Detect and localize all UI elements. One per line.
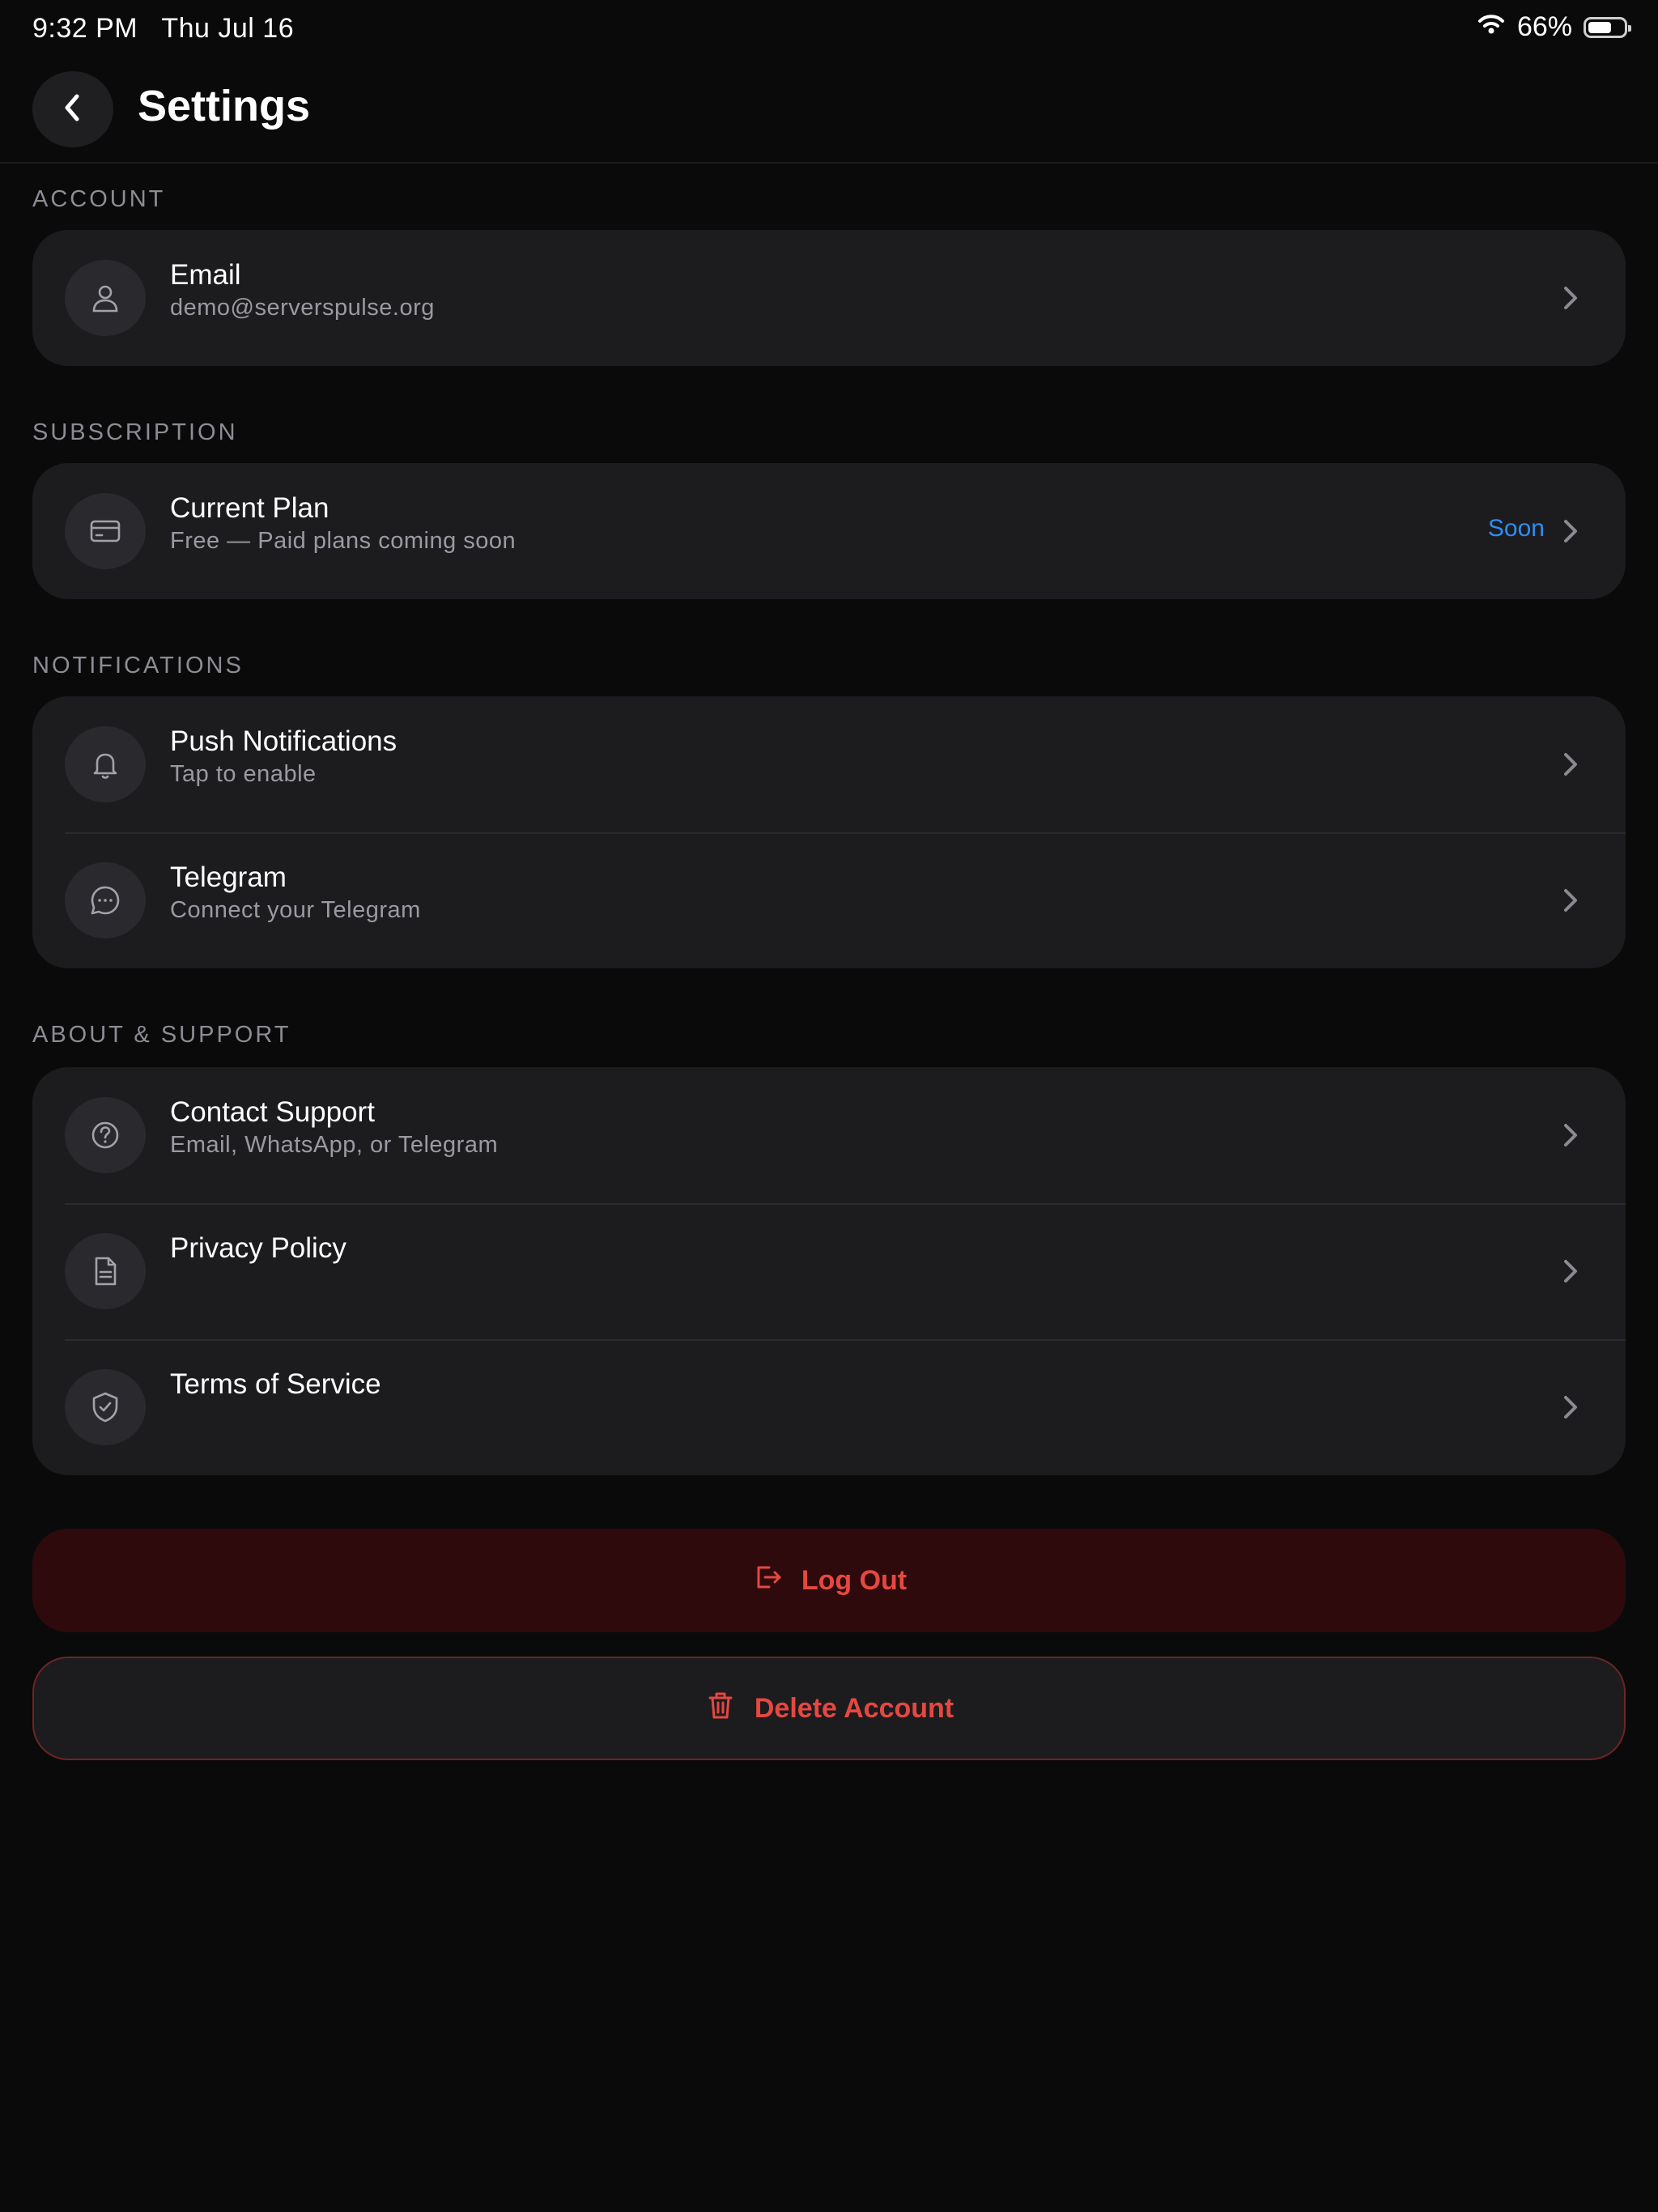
nav-header: Settings: [0, 58, 1658, 164]
document-icon: [65, 1233, 146, 1309]
bell-icon: [65, 726, 146, 802]
trash-icon: [704, 1689, 737, 1729]
battery-icon: [1584, 16, 1631, 38]
credit-card-icon: [65, 493, 146, 569]
settings-row-contact-support[interactable]: Contact Support Email, WhatsApp, or Tele…: [32, 1067, 1626, 1203]
shield-check-icon: [65, 1369, 146, 1445]
settings-row-terms-of-service[interactable]: Terms of Service: [32, 1339, 1626, 1475]
chevron-right-icon: [1554, 515, 1587, 547]
chevron-right-icon: [1554, 884, 1587, 917]
section-label-subscription: SUBSCRIPTION: [32, 419, 238, 445]
chevron-right-icon: [1554, 1255, 1587, 1287]
chevron-right-icon: [1554, 1119, 1587, 1151]
section-label-notifications: NOTIFICATIONS: [32, 653, 244, 678]
chevron-right-icon: [1554, 748, 1587, 781]
settings-row-current-plan[interactable]: Current Plan Free — Paid plans coming so…: [32, 463, 1626, 599]
chevron-right-icon: [1554, 282, 1587, 314]
settings-row-email[interactable]: Email demo@serverspulse.org: [32, 230, 1626, 366]
delete-account-button[interactable]: Delete Account: [32, 1657, 1626, 1760]
user-icon: [65, 260, 146, 336]
page-title: Settings: [138, 82, 311, 130]
row-title: Privacy Policy: [170, 1232, 346, 1264]
section-label-account: ACCOUNT: [32, 186, 166, 212]
row-title: Terms of Service: [170, 1368, 381, 1400]
row-title: Current Plan: [170, 492, 329, 524]
status-indicators: 66%: [1477, 11, 1631, 43]
row-subtitle: demo@serverspulse.org: [170, 295, 435, 321]
soon-badge: Soon: [1487, 515, 1545, 542]
row-subtitle: Connect your Telegram: [170, 897, 421, 923]
settings-row-push-notifications[interactable]: Push Notifications Tap to enable: [32, 696, 1626, 832]
notifications-card: Push Notifications Tap to enable Telegra…: [32, 696, 1626, 968]
row-title: Telegram: [170, 861, 287, 893]
status-time: 9:32 PM Thu Jul 16: [32, 13, 295, 44]
row-title: Contact Support: [170, 1096, 375, 1128]
row-title: Push Notifications: [170, 725, 397, 757]
settings-row-privacy-policy[interactable]: Privacy Policy: [32, 1203, 1626, 1339]
chevron-left-icon: [59, 91, 87, 128]
wifi-icon: [1477, 11, 1506, 43]
settings-row-telegram[interactable]: Telegram Connect your Telegram: [32, 832, 1626, 968]
chat-bubble-icon: [65, 862, 146, 938]
logout-label: Log Out: [801, 1564, 908, 1596]
row-subtitle: Tap to enable: [170, 761, 317, 787]
account-card: Email demo@serverspulse.org: [32, 230, 1626, 366]
row-subtitle: Free — Paid plans coming soon: [170, 528, 517, 554]
logout-button[interactable]: Log Out: [32, 1529, 1626, 1632]
row-title: Email: [170, 259, 241, 291]
about-card: Contact Support Email, WhatsApp, or Tele…: [32, 1067, 1626, 1475]
battery-percent: 66%: [1516, 11, 1572, 42]
subscription-card: Current Plan Free — Paid plans coming so…: [32, 463, 1626, 599]
logout-icon: [751, 1561, 784, 1601]
section-label-about: ABOUT & SUPPORT: [32, 1022, 291, 1048]
delete-account-label: Delete Account: [754, 1692, 954, 1724]
chevron-right-icon: [1554, 1391, 1587, 1423]
status-bar: 9:32 PM Thu Jul 16 66%: [0, 0, 1658, 58]
question-circle-icon: [65, 1097, 146, 1173]
back-button[interactable]: [32, 71, 113, 147]
row-subtitle: Email, WhatsApp, or Telegram: [170, 1132, 499, 1158]
